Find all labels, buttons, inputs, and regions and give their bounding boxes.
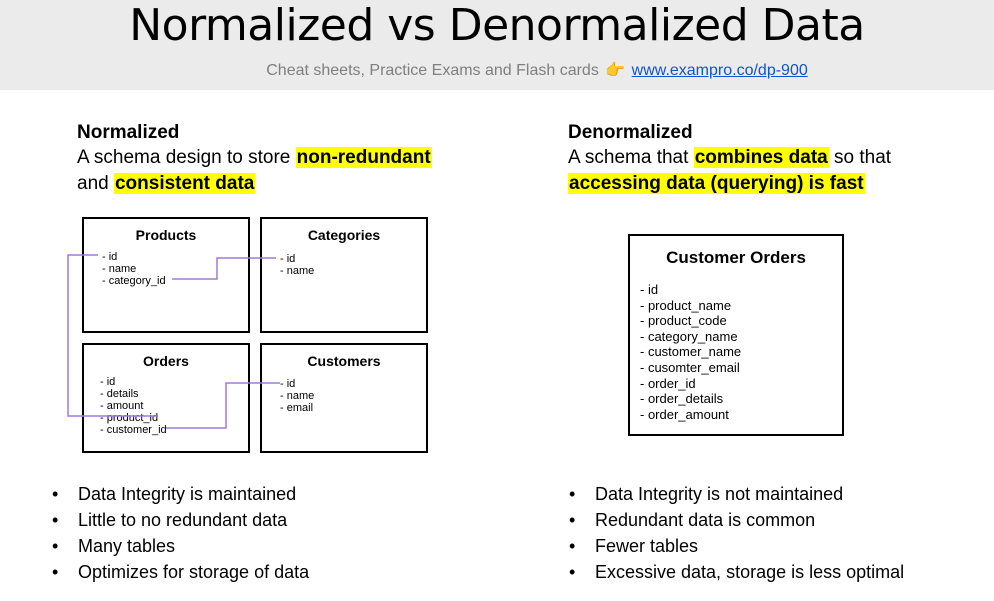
denormalized-bullets: Data Integrity is not maintained Redunda… (569, 481, 904, 585)
list-item: Data Integrity is not maintained (569, 481, 904, 507)
desc-text: A schema that (568, 147, 694, 168)
categories-table: Categories id name (260, 217, 428, 333)
list-item: Fewer tables (569, 533, 904, 559)
exampro-link[interactable]: www.exampro.co/dp-900 (632, 62, 808, 79)
pointing-hand-icon: 👉 (605, 62, 626, 79)
normalized-bullets: Data Integrity is maintained Little to n… (52, 481, 309, 585)
field: id (280, 253, 314, 265)
table-title: Categories (307, 227, 381, 243)
field: details (100, 388, 167, 400)
products-table: Products id name category_id (82, 217, 250, 333)
list-item: Excessive data, storage is less optimal (569, 559, 904, 585)
subtitle: Cheat sheets, Practice Exams and Flash c… (0, 61, 994, 81)
list-item: Many tables (52, 533, 309, 559)
field: order_id (640, 376, 741, 392)
field: cusomter_email (640, 360, 741, 376)
orders-table: Orders id details amount product_id cust… (82, 343, 250, 453)
normalized-description: A schema design to store non-redundant a… (77, 145, 432, 197)
highlight-combines-data: combines data (693, 147, 829, 168)
table-title: Customers (307, 353, 381, 369)
field: customer_id (100, 424, 167, 436)
field: order_details (640, 391, 741, 407)
field: name (280, 390, 315, 402)
field: name (102, 263, 166, 275)
field: product_id (100, 412, 167, 424)
list-item: Redundant data is common (569, 507, 904, 533)
field: category_id (102, 275, 166, 287)
customer-orders-fields: id product_name product_code category_na… (640, 282, 741, 422)
field: email (280, 402, 314, 414)
field: category_name (640, 329, 741, 345)
normalized-heading: Normalized (77, 122, 180, 143)
list-item: Data Integrity is maintained (52, 481, 309, 507)
field: name (280, 265, 315, 277)
highlight-non-redundant: non-redundant (295, 147, 432, 168)
desc-text: A schema design to store (77, 147, 296, 168)
field: id (280, 378, 314, 390)
field: order_amount (640, 407, 741, 423)
desc-text: and (77, 173, 114, 194)
page-title: Normalized vs Denormalized Data (129, 0, 865, 51)
table-title: Orders (143, 353, 189, 369)
table-title: Products (135, 227, 197, 243)
field: product_code (640, 313, 741, 329)
field: product_name (640, 298, 741, 314)
highlight-consistent-data: consistent data (113, 173, 256, 194)
table-title: Customer Orders (666, 248, 806, 267)
categories-fields: id name (280, 253, 315, 277)
field: id (640, 282, 741, 298)
highlight-accessing-data: accessing data (querying) is fast (568, 173, 865, 194)
customer-orders-table: Customer Orders id product_name product_… (628, 234, 844, 436)
field: id (102, 251, 166, 263)
customers-fields: id name email (280, 378, 315, 414)
header-band: Normalized vs Denormalized Data Cheat sh… (0, 0, 994, 90)
denormalized-description: A schema that combines data so that acce… (568, 145, 891, 197)
subtitle-text: Cheat sheets, Practice Exams and Flash c… (266, 62, 599, 79)
field: customer_name (640, 344, 741, 360)
desc-text: so that (828, 147, 892, 168)
field: amount (100, 400, 167, 412)
denormalized-heading: Denormalized (568, 122, 693, 143)
list-item: Little to no redundant data (52, 507, 309, 533)
list-item: Optimizes for storage of data (52, 559, 309, 585)
field: id (100, 376, 167, 388)
customers-table: Customers id name email (260, 343, 428, 453)
orders-fields: id details amount product_id customer_id (100, 376, 167, 436)
products-fields: id name category_id (102, 251, 166, 287)
